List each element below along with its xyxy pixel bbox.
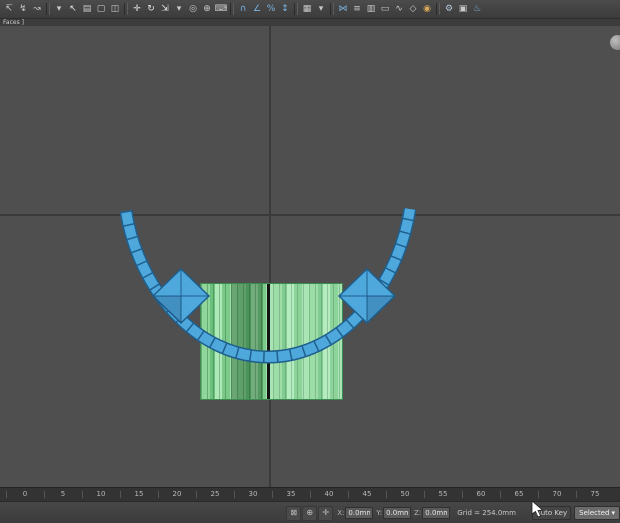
timeline-tick[interactable]: 5 [44, 488, 82, 501]
rendered-frame-window-icon[interactable]: ▣ [456, 1, 470, 17]
snap-toggle-3d-icon[interactable]: ∩ [236, 1, 250, 17]
spinner-snap-icon[interactable]: ↕ [278, 1, 292, 17]
toolbar-separator [46, 3, 50, 15]
ribbon-toggle-icon[interactable]: ▭ [378, 1, 392, 17]
coordinate-field-y: Y: [376, 507, 412, 519]
window-crossing-icon[interactable]: ◫ [108, 1, 122, 17]
timeline-tick[interactable]: 30 [234, 488, 272, 501]
edit-named-selection-sets-icon[interactable]: ▦ [300, 1, 314, 17]
mirror-icon[interactable]: ⋈ [336, 1, 350, 17]
main-toolbar: ↸ ↯ ↝ ▾ ↖ ▤ ▢ ◫ ✛ ↻ ⇲ ▾ ◎ ⊕ ⌨ ∩ ∠% ↕ ▦ ▾ ⋈ ≡ ▥ ▭ ∿ ◇ ◉ ⚙ ▣ ♨ [0, 0, 620, 19]
selection-filter-dropdown-icon[interactable]: ▾ [52, 1, 66, 17]
viewport-label-strip: Faces ] [0, 19, 620, 26]
status-bar: ⊠⊕✛ X:Y:Z: Grid = 254.0mm Auto Key Selec… [0, 501, 620, 523]
key-filter-dropdown[interactable]: Selected ▾ [574, 506, 620, 520]
align-icon[interactable]: ≡ [350, 1, 364, 17]
timeline-tick[interactable]: 35 [272, 488, 310, 501]
timeline-tick[interactable]: 60 [462, 488, 500, 501]
timeline-tick[interactable]: 65 [500, 488, 538, 501]
toolbar-separator [230, 3, 234, 15]
viewport-label: Faces ] [3, 19, 24, 26]
viewport-front[interactable] [0, 26, 620, 487]
select-and-move-icon[interactable]: ✛ [130, 1, 144, 17]
material-editor-icon[interactable]: ◉ [420, 1, 434, 17]
viewcube-sphere[interactable] [610, 35, 620, 50]
coordinate-axis-label-y: Y: [376, 509, 383, 517]
select-and-rotate-icon[interactable]: ↻ [144, 1, 158, 17]
chevron-down-icon: ▾ [611, 509, 615, 517]
toolbar-separator [330, 3, 334, 15]
toolbar-separator [294, 3, 298, 15]
toolbar-separator [124, 3, 128, 15]
select-object-icon[interactable]: ↖ [66, 1, 80, 17]
coordinate-axis-label-z: Z: [414, 509, 422, 517]
timeline-tick[interactable]: 0 [6, 488, 44, 501]
select-and-manipulate-icon[interactable]: ⊕ [200, 1, 214, 17]
select-and-scale-icon[interactable]: ⇲ [158, 1, 172, 17]
use-center-icon[interactable]: ◎ [186, 1, 200, 17]
track-bar[interactable]: 0 5 10 15 20 25 30 35 40 45 50 55 60 65 70 75 [0, 487, 620, 501]
timeline-tick[interactable]: 40 [310, 488, 348, 501]
keyboard-override-icon[interactable]: ⌨ [214, 1, 228, 17]
selection-lock-icon[interactable]: ⊠ [286, 505, 302, 521]
timeline-tick[interactable]: 55 [424, 488, 462, 501]
named-selection-dropdown-icon[interactable]: ▾ [314, 1, 328, 17]
mouse-cursor [531, 501, 544, 518]
selection-region-icon[interactable]: ▢ [94, 1, 108, 17]
render-production-icon[interactable]: ♨ [470, 1, 484, 17]
angle-snap-icon[interactable]: ∠ [250, 1, 264, 17]
coordinate-input-x[interactable] [345, 507, 374, 519]
timeline-tick[interactable]: 45 [348, 488, 386, 501]
timeline-tick[interactable]: 25 [196, 488, 234, 501]
coordinate-display: X: Y: Z: [334, 507, 451, 519]
timeline-tick[interactable]: 10 [82, 488, 120, 501]
schematic-view-icon[interactable]: ◇ [406, 1, 420, 17]
reference-coordinate-dropdown-icon[interactable]: ▾ [172, 1, 186, 17]
timeline-tick[interactable]: 50 [386, 488, 424, 501]
coordinate-input-y[interactable] [383, 507, 412, 519]
grid-size-label: Grid = 254.0mm [457, 509, 516, 517]
select-by-name-icon[interactable]: ▤ [80, 1, 94, 17]
render-setup-icon[interactable]: ⚙ [442, 1, 456, 17]
status-icon-group: ⊠ ⊕ ✛ [286, 505, 334, 521]
bind-to-space-warp-icon[interactable]: ↝ [30, 1, 44, 17]
model-canvas [119, 208, 417, 364]
timeline-tick[interactable]: 20 [158, 488, 196, 501]
percent-snap-icon[interactable]: % [264, 1, 278, 17]
curve-editor-icon[interactable]: ∿ [392, 1, 406, 17]
unlink-selection-icon[interactable]: ↯ [16, 1, 30, 17]
coordinate-input-z[interactable] [422, 507, 451, 519]
timeline-tick[interactable]: 70 [538, 488, 576, 501]
select-and-link-icon[interactable]: ↸ [2, 1, 16, 17]
3ds-max-window: ↸ ↯ ↝ ▾ ↖ ▤ ▢ ◫ ✛ ↻ ⇲ ▾ ◎ ⊕ ⌨ ∩ ∠% ↕ ▦ ▾ ⋈ ≡ ▥ ▭ ∿ ◇ ◉ ⚙ ▣ ♨ Faces ] [0, 0, 620, 523]
absolute-offset-toggle-icon[interactable]: ⊕ [302, 505, 318, 521]
timeline-tick[interactable]: 75 [576, 488, 614, 501]
toolbar-separator [436, 3, 440, 15]
timeline-tick[interactable]: 15 [120, 488, 158, 501]
coordinate-axis-label-x: X: [337, 509, 345, 517]
coordinate-field-x: X: [337, 507, 374, 519]
key-filter-label: Selected [579, 509, 610, 517]
layer-manager-icon[interactable]: ▥ [364, 1, 378, 17]
coordinate-field-z: Z: [414, 507, 451, 519]
transform-type-in-icon[interactable]: ✛ [318, 505, 334, 521]
left-earcup-object[interactable] [151, 267, 211, 325]
